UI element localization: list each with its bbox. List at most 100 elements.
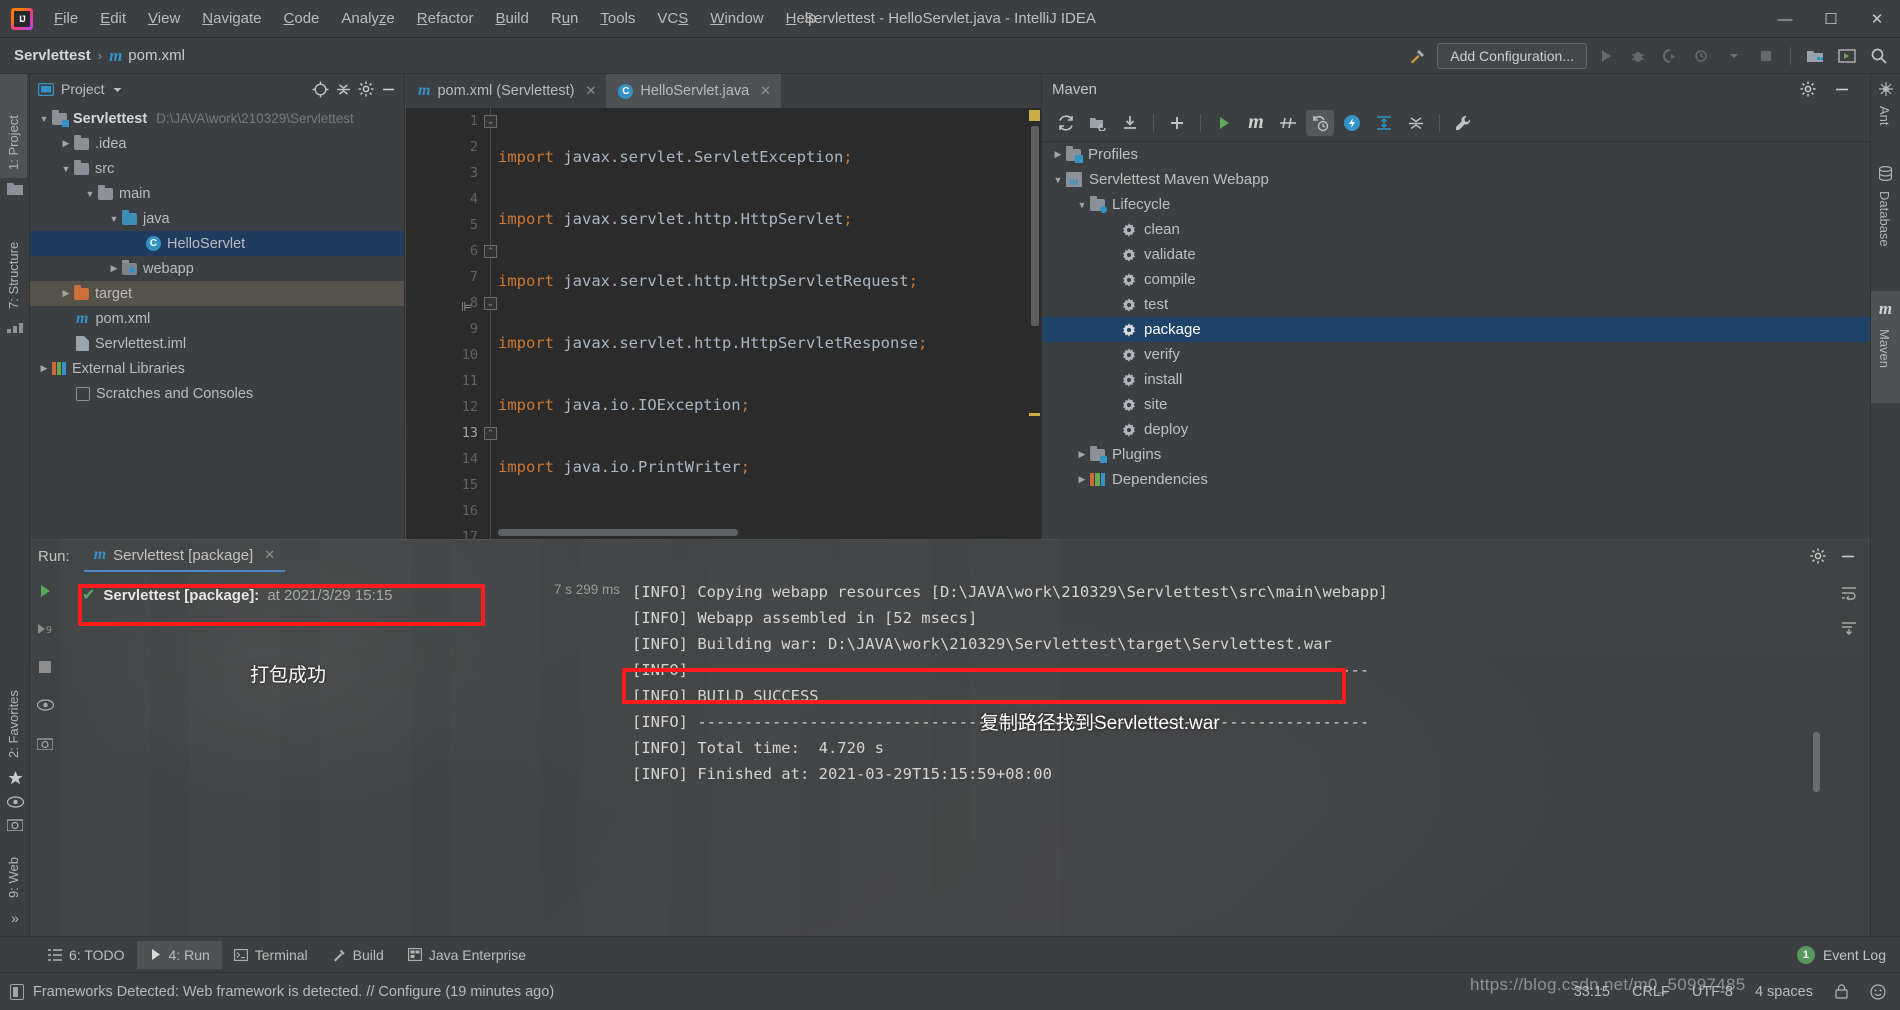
hide-panel-icon[interactable] [1824,82,1860,97]
screenshot-camera-icon[interactable] [34,732,56,754]
fold-region-end-icon[interactable]: ⌃ [484,245,497,258]
locate-icon[interactable] [312,81,329,98]
collapse-all-icon[interactable] [336,82,351,97]
maven-m-icon[interactable]: m [1242,110,1270,136]
download-sources-icon[interactable] [1116,110,1144,136]
maven-goal-compile[interactable]: compile [1042,267,1870,292]
maximize-button[interactable]: ☐ [1808,0,1854,38]
tree-item-src[interactable]: ▼ src [30,156,404,181]
breadcrumb-project[interactable]: Servlettest [14,47,91,64]
console-scrollbar-thumb[interactable] [1813,732,1820,792]
tree-item-java[interactable]: ▼ java [30,206,404,231]
settings-gear-icon[interactable] [1792,81,1824,97]
profile-icon[interactable] [1689,43,1715,69]
editor-horizontal-scrollbar[interactable] [498,529,738,536]
chevron-down-icon[interactable] [112,84,123,95]
menu-vcs[interactable]: VCS [646,6,699,31]
maven-goal-test[interactable]: test [1042,292,1870,317]
run-tab-servlettest[interactable]: m Servlettest [package] ✕ [83,540,286,572]
maven-goal-site[interactable]: site [1042,392,1870,417]
stop-icon[interactable] [1753,43,1779,69]
add-configuration-button[interactable]: Add Configuration... [1437,42,1587,69]
caret-position[interactable]: 33:15 [1574,984,1610,1000]
maven-node-plugins[interactable]: ▶ Plugins [1042,442,1870,467]
maven-node-project[interactable]: ▼ m Servlettest Maven Webapp [1042,167,1870,192]
menu-help[interactable]: Help [775,6,828,31]
fold-region-start-icon[interactable]: ⌄ [484,115,497,128]
chevron-right-icon[interactable]: ▶ [58,288,74,299]
settings-gear-icon[interactable] [1802,548,1834,564]
add-maven-project-icon[interactable] [1163,110,1191,136]
tree-item-helloservlet[interactable]: C HelloServlet [30,231,404,256]
menu-view[interactable]: View [137,6,191,31]
tree-item-iml[interactable]: Servlettest.iml [30,331,404,356]
close-icon[interactable]: ✕ [760,83,771,99]
toggle-tests-icon[interactable] [34,694,56,716]
run-console-output[interactable]: [INFO] Copying webapp resources [D:\JAVA… [620,572,1828,936]
breadcrumb-file[interactable]: pom.xml [128,47,185,64]
maven-goal-verify[interactable]: verify [1042,342,1870,367]
scroll-to-end-icon[interactable] [1838,618,1860,640]
chevron-right-icon[interactable]: ▶ [106,263,122,274]
toggle-offline-mode-icon[interactable] [1338,110,1366,136]
fold-javadoc-end-icon[interactable]: ⌃ [484,427,497,440]
code-editor[interactable]: 1 2 3 4 5 6 7 8 9 10 11 12 13 14 15 16 1… [406,108,1041,539]
sidebar-item-favorites[interactable]: 2: Favorites [0,646,27,766]
project-structure-icon[interactable] [1802,43,1828,69]
menu-code[interactable]: Code [273,6,331,31]
tree-item-pom[interactable]: m pom.xml [30,306,404,331]
menu-build[interactable]: Build [484,6,539,31]
warning-marker-icon[interactable] [1029,110,1040,121]
bottom-tab-terminal[interactable]: Terminal [222,941,320,969]
event-log-button[interactable]: 1 Event Log [1796,945,1900,964]
fold-javadoc-start-icon[interactable]: ⌄ [484,297,497,310]
lock-icon[interactable] [1835,984,1848,999]
menu-edit[interactable]: Edit [89,6,137,31]
screenshot-camera-icon[interactable] [0,813,30,836]
chevron-down-icon[interactable]: ▼ [106,214,122,224]
stop-icon[interactable] [34,656,56,678]
file-encoding[interactable]: UTF-8 [1692,984,1733,1000]
close-icon[interactable]: ✕ [264,547,275,563]
feedback-face-icon[interactable] [1870,983,1886,1000]
tree-item-target[interactable]: ▶ target [30,281,404,306]
sidebar-item-web[interactable]: 9: Web [0,836,27,906]
run-maven-build-icon[interactable] [1210,110,1238,136]
editor-tab-pom[interactable]: m pom.xml (Servlettest) ✕ [406,74,606,108]
tree-item-external-libraries[interactable]: ▶ External Libraries [30,356,404,381]
chevron-right-icon[interactable]: ▶ [58,138,74,149]
generate-sources-icon[interactable] [1084,110,1112,136]
maven-goal-validate[interactable]: validate [1042,242,1870,267]
hide-panel-icon[interactable] [381,82,396,97]
sidebar-item-ant[interactable]: Ant [1871,98,1898,156]
expand-all-icon[interactable] [1370,110,1398,136]
more-tools-button[interactable]: » [0,906,30,930]
bottom-tab-build[interactable]: Build [320,941,396,969]
menu-file[interactable]: File [43,6,89,31]
chevron-down-icon[interactable] [1721,43,1747,69]
maven-goal-deploy[interactable]: deploy [1042,417,1870,442]
debug-icon[interactable] [1625,43,1651,69]
minimize-button[interactable]: — [1762,0,1808,38]
maven-settings-wrench-icon[interactable] [1449,110,1477,136]
tree-item-scratches[interactable]: Scratches and Consoles [30,381,404,406]
maven-goal-package[interactable]: package [1042,317,1870,342]
chevron-right-icon[interactable]: ▶ [1050,149,1066,160]
bottom-tab-todo[interactable]: 6: TODO [36,941,137,969]
menu-refactor[interactable]: Refactor [406,6,485,31]
menu-navigate[interactable]: Navigate [191,6,272,31]
menu-analyze[interactable]: Analyze [330,6,405,31]
sidebar-item-database[interactable]: Database [1871,183,1898,283]
scrollbar-thumb[interactable] [1031,126,1039,326]
rerun-icon[interactable] [34,580,56,602]
search-everywhere-icon[interactable] [1866,43,1892,69]
run-icon[interactable] [1593,43,1619,69]
close-icon[interactable]: ✕ [585,83,596,99]
status-message[interactable]: Frameworks Detected: Web framework is de… [33,984,554,1000]
bottom-tab-java-enterprise[interactable]: Java Enterprise [396,941,538,969]
select-in-icon[interactable] [1834,43,1860,69]
soft-wrap-icon[interactable] [1838,582,1860,604]
tree-item-main[interactable]: ▼ main [30,181,404,206]
maven-node-dependencies[interactable]: ▶ Dependencies [1042,467,1870,492]
tree-item-webapp[interactable]: ▶ webapp [30,256,404,281]
